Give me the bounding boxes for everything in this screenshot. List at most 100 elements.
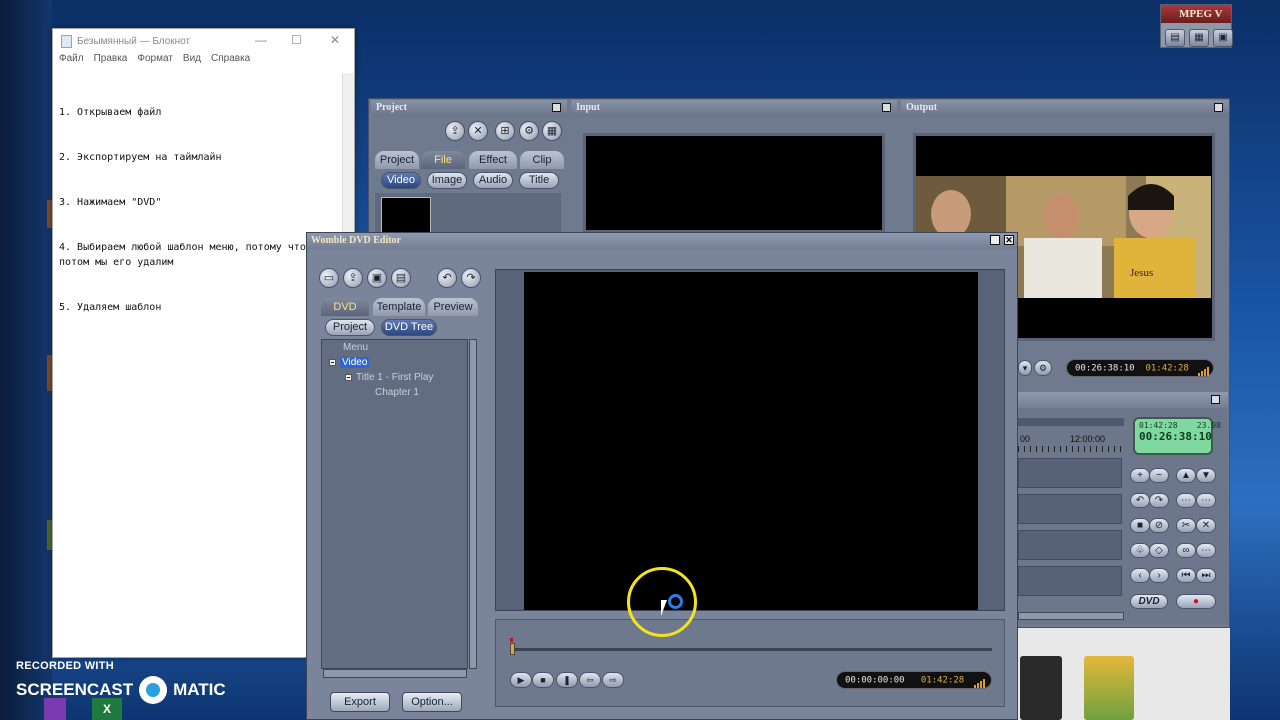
close-icon[interactable]: ✕ — [1004, 235, 1014, 245]
join-icon[interactable]: ⋯ — [1196, 493, 1216, 508]
excel-icon[interactable]: X — [92, 698, 122, 720]
file-list[interactable] — [375, 193, 561, 233]
properties-icon[interactable]: ⊞ — [495, 121, 515, 141]
settings-icon[interactable]: ⚙ — [519, 121, 539, 141]
tree-item-video[interactable]: Video — [329, 357, 370, 368]
option-button[interactable]: Option... — [402, 692, 462, 712]
tab-file[interactable]: File — [421, 151, 465, 169]
tab-clip[interactable]: Clip — [520, 151, 564, 169]
project-panel-title[interactable]: Project — [371, 100, 567, 116]
split-icon[interactable]: ⋯ — [1176, 493, 1196, 508]
mute-icon[interactable]: ⊘ — [1149, 518, 1169, 533]
notepad-titlebar[interactable]: Безымянный — Блокнот — ☐ ✕ — [53, 29, 354, 53]
link-icon[interactable]: ∞ — [1176, 543, 1196, 558]
seek-handle[interactable] — [510, 643, 515, 655]
save-icon[interactable]: ▣ — [367, 268, 387, 288]
app-taskbar-icon[interactable] — [44, 698, 66, 720]
unlink-icon[interactable]: ⋯ — [1196, 543, 1216, 558]
down-icon[interactable]: ▼ — [1196, 468, 1216, 483]
undo-icon[interactable]: ↶ — [437, 268, 457, 288]
tab-dvd[interactable]: DVD — [321, 298, 369, 316]
notepad-text-area[interactable]: 1. Открываем файл 2. Экспортируем на тай… — [59, 75, 340, 345]
tree-vscroll[interactable] — [469, 339, 477, 669]
delete-icon[interactable]: ✕ — [468, 121, 488, 141]
tab-effect[interactable]: Effect — [469, 151, 517, 169]
dvd-button[interactable]: DVD — [1130, 594, 1168, 609]
timeline-track[interactable] — [1018, 494, 1122, 524]
maximize-icon[interactable] — [882, 103, 891, 112]
collapse-icon[interactable] — [329, 358, 336, 366]
previous-icon[interactable]: ⇦ — [579, 672, 601, 688]
tree-hscroll[interactable] — [323, 669, 467, 678]
export-button[interactable]: Export — [330, 692, 390, 712]
input-panel-title[interactable]: Input — [571, 100, 897, 116]
maximize-icon[interactable] — [990, 235, 1000, 245]
subtab-title[interactable]: Title — [519, 172, 559, 189]
mpeg-title[interactable]: MPEG V — [1161, 5, 1231, 23]
zoom-out-icon[interactable]: − — [1149, 468, 1169, 483]
menu-format[interactable]: Формат — [137, 53, 173, 69]
maximize-icon[interactable] — [1211, 395, 1220, 404]
pause-icon[interactable]: ❚ — [556, 672, 578, 688]
tab-project[interactable]: Project — [375, 151, 419, 169]
redo-icon[interactable]: ↷ — [461, 268, 481, 288]
dvd-editor-titlebar[interactable]: Womble DVD Editor ✕ — [307, 233, 1017, 249]
menu-file[interactable]: Файл — [59, 53, 84, 69]
dropdown-icon[interactable]: ▾ — [1018, 360, 1032, 376]
undo-icon[interactable]: ↶ — [1130, 493, 1150, 508]
close-icon[interactable]: ✕ — [330, 33, 340, 47]
minimize-icon[interactable]: — — [255, 33, 267, 47]
menu-view[interactable]: Вид — [183, 53, 201, 69]
subtab-project[interactable]: Project — [325, 319, 375, 336]
timeline-hscroll[interactable] — [1018, 612, 1124, 620]
tab-template[interactable]: Template — [373, 298, 425, 316]
input-video-screen[interactable] — [583, 133, 885, 233]
timeline-scroll[interactable] — [1018, 418, 1124, 426]
new-icon[interactable]: ▭ — [319, 268, 339, 288]
record-icon[interactable]: ● — [1176, 594, 1216, 609]
next-icon[interactable]: ⇨ — [602, 672, 624, 688]
toolbar-icon[interactable]: ▦ — [1189, 29, 1209, 47]
subtab-audio[interactable]: Audio — [473, 172, 513, 189]
maximize-icon[interactable] — [552, 103, 561, 112]
timeline-track[interactable] — [1018, 458, 1122, 488]
subtab-video[interactable]: Video — [381, 172, 421, 189]
next-icon[interactable]: › — [1149, 568, 1169, 583]
maximize-icon[interactable]: ☐ — [291, 33, 302, 47]
grid-icon[interactable]: ▦ — [542, 121, 562, 141]
zoom-in-icon[interactable]: + — [1130, 468, 1150, 483]
effect-icon[interactable]: ♧ — [1130, 543, 1150, 558]
transition-icon[interactable]: ◇ — [1149, 543, 1169, 558]
redo-icon[interactable]: ↷ — [1149, 493, 1169, 508]
tree-item-title[interactable]: Title 1 - First Play — [345, 372, 433, 383]
dvd-preview-screen[interactable] — [524, 272, 978, 610]
prev-icon[interactable]: ‹ — [1130, 568, 1150, 583]
timeline-track[interactable] — [1018, 530, 1122, 560]
cut-icon[interactable]: ✂ — [1176, 518, 1196, 533]
snapshot-icon[interactable]: ⚙ — [1034, 360, 1052, 376]
tree-item-chapter[interactable]: Chapter 1 — [375, 387, 419, 398]
volume-icon[interactable] — [973, 672, 986, 688]
menu-edit[interactable]: Правка — [94, 53, 128, 69]
open-icon[interactable]: ⇪ — [445, 121, 465, 141]
timeline-titlebar[interactable] — [1018, 392, 1228, 408]
tab-preview[interactable]: Preview — [428, 298, 478, 316]
maximize-icon[interactable] — [1214, 103, 1223, 112]
toolbar-icon[interactable]: ▣ — [1213, 29, 1233, 47]
seek-slider[interactable] — [510, 643, 992, 655]
tree-item-menu[interactable]: Menu — [343, 342, 368, 353]
timeline-ruler[interactable]: 00 12:00:00 — [1018, 432, 1124, 454]
file-thumbnail[interactable] — [1020, 656, 1062, 720]
save-as-icon[interactable]: ▤ — [391, 268, 411, 288]
subtab-dvd-tree[interactable]: DVD Tree — [381, 319, 437, 336]
play-icon[interactable]: ▶ — [510, 672, 532, 688]
open-icon[interactable]: ⇪ — [343, 268, 363, 288]
output-panel-title[interactable]: Output — [901, 100, 1229, 116]
up-icon[interactable]: ▲ — [1176, 468, 1196, 483]
timeline-track[interactable] — [1018, 566, 1122, 596]
subtab-image[interactable]: Image — [427, 172, 467, 189]
volume-icon[interactable] — [1198, 360, 1210, 376]
mark-in-icon[interactable]: ⏮ — [1176, 568, 1196, 583]
delete-icon[interactable]: ✕ — [1196, 518, 1216, 533]
mark-out-icon[interactable]: ⏭ — [1196, 568, 1216, 583]
